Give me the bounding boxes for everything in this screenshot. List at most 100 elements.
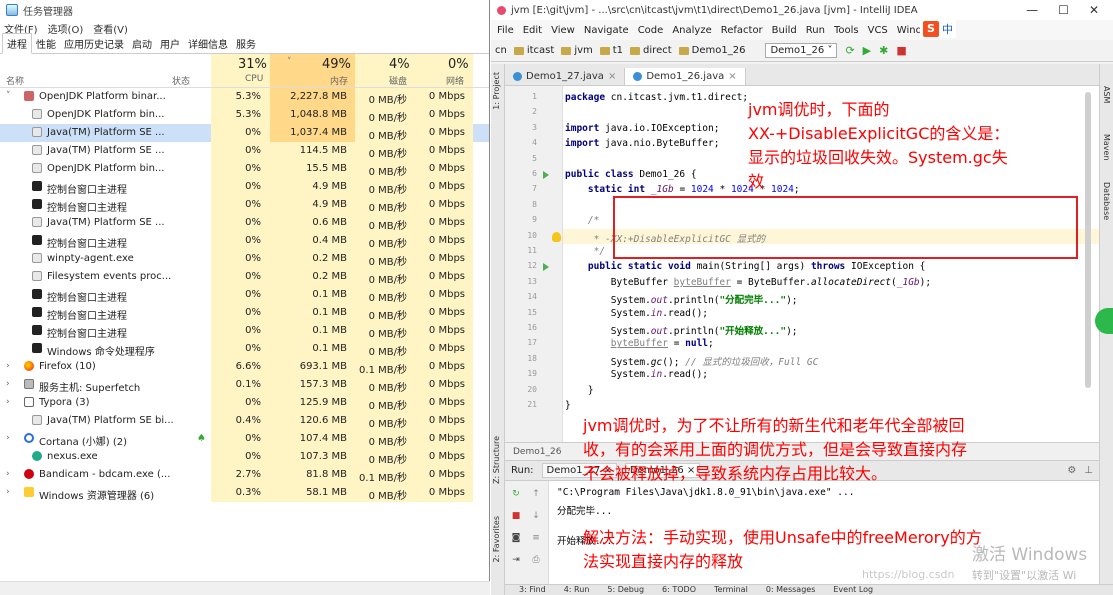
- tm-tab[interactable]: 性能: [32, 34, 60, 53]
- expand-chevron-icon[interactable]: ›: [6, 469, 10, 479]
- build-icon[interactable]: ⟳: [845, 44, 854, 57]
- tm-tab[interactable]: 应用历史记录: [60, 34, 128, 53]
- expand-chevron-icon[interactable]: ˅: [6, 91, 11, 101]
- process-row[interactable]: Java(TM) Platform SE ... 0% 1,037.4 MB 0 MB…: [0, 124, 489, 142]
- process-row[interactable]: OpenJDK Platform bin... 5.3% 1,048.8 MB 0 M…: [0, 106, 489, 124]
- breadcrumb-item[interactable]: itcast: [513, 45, 554, 56]
- process-row[interactable]: 控制台窗口主进程 0% 0.1 MB 0 MB/秒 0 Mbps: [0, 322, 489, 340]
- process-row[interactable]: 控制台窗口主进程 0% 4.9 MB 0 MB/秒 0 Mbps: [0, 178, 489, 196]
- stop-icon[interactable]: ■: [896, 44, 906, 57]
- cpu-percent[interactable]: 31%: [238, 57, 267, 72]
- process-row[interactable]: OpenJDK Platform bin... 0% 15.5 MB 0 MB/秒 0 …: [0, 160, 489, 178]
- expand-chevron-icon[interactable]: ›: [6, 487, 10, 497]
- tool-window-button[interactable]: Event Log: [833, 585, 873, 595]
- debug-icon[interactable]: ✱: [879, 44, 888, 57]
- asm-tool-tab[interactable]: ASM: [1102, 86, 1111, 103]
- disk-column-header[interactable]: 磁盘: [389, 74, 407, 87]
- scroll-down-icon[interactable]: ↓: [531, 511, 541, 521]
- close-icon[interactable]: ×: [728, 71, 736, 82]
- tm-horizontal-scrollbar[interactable]: [0, 581, 490, 595]
- expand-chevron-icon[interactable]: ›: [6, 397, 10, 407]
- sort-chevron-icon[interactable]: ˅: [287, 57, 292, 67]
- lightbulb-icon[interactable]: [552, 231, 561, 242]
- run-gutter-icon[interactable]: [543, 263, 549, 272]
- close-button[interactable]: ✕: [1089, 3, 1099, 17]
- hide-panel-icon[interactable]: ⊥: [1084, 465, 1099, 476]
- idea-menu-item[interactable]: View: [551, 25, 575, 36]
- process-row[interactable]: 控制台窗口主进程 0% 4.9 MB 0 MB/秒 0 Mbps: [0, 196, 489, 214]
- tm-tab[interactable]: 用户: [156, 34, 184, 53]
- print-icon[interactable]: ⎙: [531, 555, 541, 565]
- net-percent[interactable]: 0%: [448, 57, 469, 72]
- tool-window-button[interactable]: 6: TODO: [662, 585, 696, 595]
- maximize-button[interactable]: ☐: [1058, 3, 1069, 17]
- tab-demo1-27[interactable]: Demo1_27.java ×: [505, 68, 626, 85]
- process-row[interactable]: Java(TM) Platform SE bi... 0.4% 120.6 MB 0 …: [0, 412, 489, 430]
- settings-gear-icon[interactable]: ⚙: [1067, 465, 1076, 476]
- process-row[interactable]: 控制台窗口主进程 0% 0.1 MB 0 MB/秒 0 Mbps: [0, 304, 489, 322]
- idea-menu-item[interactable]: Build: [772, 25, 797, 36]
- breadcrumb-item[interactable]: direct: [630, 45, 672, 56]
- pin-icon[interactable]: ⇥: [511, 555, 521, 565]
- expand-chevron-icon[interactable]: ›: [6, 379, 10, 389]
- tool-window-button[interactable]: 3: Find: [519, 585, 546, 595]
- idea-menu-item[interactable]: Run: [806, 25, 825, 36]
- expand-chevron-icon[interactable]: ›: [6, 361, 10, 371]
- maven-tool-tab[interactable]: Maven: [1102, 134, 1111, 161]
- ime-toolbar[interactable]: S 中: [920, 20, 956, 38]
- process-row[interactable]: › Cortana (小娜) (2) ♠ 0% 107.4 MB 0 MB/秒 0 Mbps: [0, 430, 489, 448]
- breadcrumb-item[interactable]: jvm: [561, 45, 593, 56]
- breadcrumb-item[interactable]: cn: [495, 45, 507, 56]
- name-column-header[interactable]: 名称: [6, 74, 24, 87]
- structure-tool-tab[interactable]: Z: Structure: [492, 436, 501, 484]
- process-row[interactable]: 控制台窗口主进程 0% 0.1 MB 0 MB/秒 0 Mbps: [0, 286, 489, 304]
- process-row[interactable]: nexus.exe 0% 107.3 MB 0 MB/秒 0 Mbps: [0, 448, 489, 466]
- tool-window-button[interactable]: 0: Messages: [766, 585, 816, 595]
- process-row[interactable]: Filesystem events proc... 0% 0.2 MB 0 MB/秒 0…: [0, 268, 489, 286]
- mem-column-header[interactable]: 内存: [330, 74, 348, 87]
- wrap-icon[interactable]: ≡: [531, 533, 541, 543]
- run-icon[interactable]: ▶: [863, 44, 871, 57]
- favorites-tool-tab[interactable]: 2: Favorites: [492, 516, 501, 562]
- breadcrumb-item[interactable]: t1: [599, 45, 623, 56]
- tool-window-button[interactable]: 5: Debug: [607, 585, 644, 595]
- run-config-select[interactable]: Demo1_26 ˅: [765, 43, 838, 58]
- idea-menu-item[interactable]: Navigate: [584, 25, 629, 36]
- database-tool-tab[interactable]: Database: [1102, 182, 1111, 220]
- status-column-header[interactable]: 状态: [172, 74, 190, 87]
- idea-menu-item[interactable]: Code: [638, 25, 664, 36]
- process-row[interactable]: › Typora (3) 0% 125.9 MB 0 MB/秒 0 Mbps: [0, 394, 489, 412]
- expand-chevron-icon[interactable]: ›: [6, 433, 10, 443]
- run-gutter-icon[interactable]: [543, 171, 549, 179]
- disk-percent[interactable]: 4%: [389, 57, 410, 72]
- process-row[interactable]: Windows 命令处理程序 0% 0.1 MB 0 MB/秒 0 Mbps: [0, 340, 489, 358]
- process-row[interactable]: › Windows 资源管理器 (6) 0.3% 58.1 MB 0 MB/秒 0 Mbp…: [0, 484, 489, 502]
- process-row[interactable]: › Bandicam - bdcam.exe (... 2.7% 81.8 MB 0.1…: [0, 466, 489, 484]
- idea-menu-item[interactable]: Tools: [834, 25, 859, 36]
- breadcrumb-item[interactable]: Demo1_26: [678, 45, 745, 56]
- tm-tab[interactable]: 详细信息: [184, 34, 232, 53]
- tool-window-button[interactable]: Terminal: [714, 585, 748, 595]
- process-row[interactable]: › Firefox (10) 6.6% 693.1 MB 0.1 MB/秒 0 Mbps: [0, 358, 489, 376]
- tm-tab[interactable]: 进程: [2, 33, 32, 54]
- camera-icon[interactable]: ◙: [511, 533, 521, 543]
- cpu-column-header[interactable]: CPU: [245, 74, 263, 84]
- process-row[interactable]: ˅ OpenJDK Platform binar... 5.3% 2,227.8 MB…: [0, 88, 489, 106]
- tool-window-button[interactable]: 4: Run: [564, 585, 590, 595]
- tm-tab[interactable]: 启动: [128, 34, 156, 53]
- idea-menu-item[interactable]: Refactor: [721, 25, 763, 36]
- process-row[interactable]: 控制台窗口主进程 0% 0.4 MB 0 MB/秒 0 Mbps: [0, 232, 489, 250]
- idea-menu-item[interactable]: File: [497, 25, 514, 36]
- minimize-button[interactable]: —: [1026, 3, 1038, 17]
- stop-icon[interactable]: ■: [511, 511, 521, 521]
- mem-percent[interactable]: 49%: [322, 57, 351, 72]
- net-column-header[interactable]: 网络: [446, 74, 464, 87]
- idea-menu-item[interactable]: Analyze: [672, 25, 711, 36]
- process-row[interactable]: Java(TM) Platform SE ... 0% 114.5 MB 0 MB/秒…: [0, 142, 489, 160]
- scroll-up-icon[interactable]: ↑: [531, 489, 541, 499]
- process-row[interactable]: › 服务主机: Superfetch 0.1% 157.3 MB 0 MB/秒 0 Mbp…: [0, 376, 489, 394]
- rerun-icon[interactable]: ↻: [511, 489, 521, 499]
- close-icon[interactable]: ×: [608, 71, 616, 82]
- project-tool-tab[interactable]: 1: Project: [492, 72, 501, 110]
- editor-scrollbar[interactable]: [1085, 92, 1091, 388]
